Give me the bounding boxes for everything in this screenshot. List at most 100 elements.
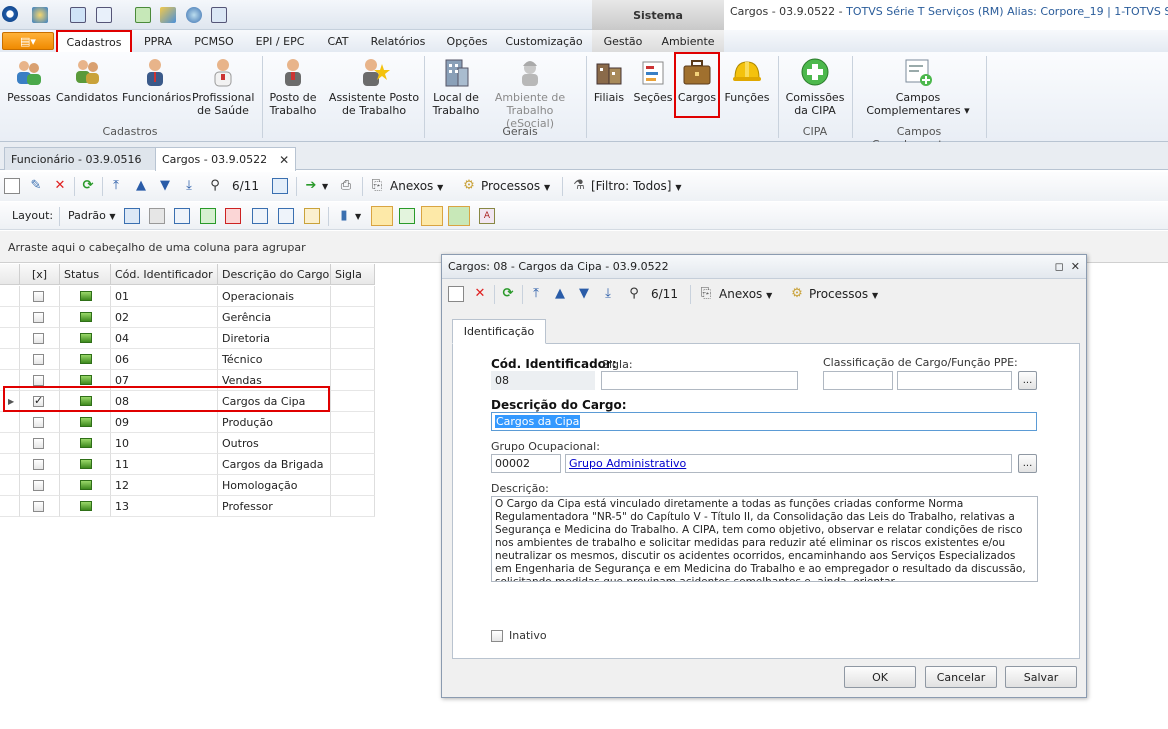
table-row[interactable]: 11 Cargos da Brigada [0,454,375,475]
grupo-code-field[interactable]: 00002 [491,454,561,473]
funcoes-button[interactable]: Funções [724,56,770,104]
group-icon[interactable] [252,208,268,224]
descricao-cargo-field[interactable]: Cargos da Cipa [491,412,1037,431]
tab-ppra[interactable]: PPRA [136,30,180,52]
row-checkbox[interactable] [33,458,44,470]
secoes-button[interactable]: Seções [632,56,674,104]
layout-grid-icon[interactable] [149,208,165,224]
binoculars-icon[interactable]: ⚲ [626,286,642,302]
previous-record-icon[interactable]: ▲ [552,286,568,302]
execute-icon[interactable]: ➔ [303,178,319,194]
row-checkbox[interactable] [33,394,44,407]
view-details-icon[interactable] [399,208,415,224]
first-record-icon[interactable]: ⤒ [528,286,544,302]
tab-opcoes[interactable]: Opções [440,30,494,52]
new-icon[interactable] [448,286,464,302]
view-cards-icon[interactable] [421,206,443,226]
first-record-icon[interactable]: ⤒ [108,178,124,194]
edit-icon[interactable]: ✎ [28,178,44,194]
comissoes-cipa-button[interactable]: Comissões da CIPA [784,56,846,117]
chart-icon[interactable]: ▮ [336,208,352,224]
dialog-processos-button[interactable]: Processos ▼ [809,287,878,301]
chevron-down-icon[interactable]: ▼ [355,212,361,221]
row-checkbox[interactable] [33,416,44,428]
ppe-name-field[interactable] [897,371,1012,390]
table-row[interactable]: 08Cargos da Cipa [0,391,375,412]
row-checkbox[interactable] [33,332,44,344]
calendar-icon[interactable] [272,178,288,194]
tab-cat[interactable]: CAT [320,30,356,52]
campos-complementares-button[interactable]: Campos Complementares ▾ [858,56,978,117]
cod-identificador-field[interactable]: 08 [491,371,595,390]
ambiente-esocial-button[interactable]: Ambiente de Trabalho (eSocial) [486,56,574,130]
dialog-title-bar[interactable]: Cargos: 08 - Cargos da Cipa - 03.9.0522 [442,255,1086,279]
local-trabalho-button[interactable]: Local de Trabalho [428,56,484,117]
assistente-posto-button[interactable]: Assistente Posto de Trabalho [328,56,420,117]
tab-customizacao[interactable]: Customização [504,30,584,52]
table-row[interactable]: 13 Professor [0,496,375,517]
row-checkbox[interactable] [33,290,44,302]
posto-trabalho-button[interactable]: Posto de Trabalho [266,56,320,117]
import-icon[interactable] [200,208,216,224]
layout-padrao-dropdown[interactable]: Padrão ▼ [68,209,116,222]
previous-record-icon[interactable]: ▲ [133,178,149,194]
table-row[interactable]: 09 Produção [0,412,375,433]
row-checkbox[interactable] [33,479,44,491]
anexos-button[interactable]: Anexos ▼ [390,179,443,193]
paperclip-icon[interactable]: ⎘ [369,178,385,194]
row-checkbox[interactable] [33,374,44,386]
grid-header-status[interactable]: Status [60,264,111,285]
globe-icon[interactable] [32,7,48,23]
next-record-icon[interactable]: ▼ [157,178,173,194]
tab-ambiente[interactable]: Ambiente [658,30,718,52]
tools-icon[interactable] [160,7,176,23]
grid-header-code[interactable]: Cód. Identificador [111,264,218,285]
columns-icon[interactable] [174,208,190,224]
close-icon[interactable]: ✕ [279,153,289,167]
inativo-checkbox[interactable] [491,630,503,642]
highlight-icon[interactable] [304,208,320,224]
tab-epi-epc[interactable]: EPI / EPC [249,30,311,52]
filiais-button[interactable]: Filiais [590,56,628,104]
cancel-button[interactable]: Cancelar [925,666,997,688]
grupo-lookup-button[interactable]: ... [1018,454,1037,473]
copy-icon[interactable] [211,7,227,23]
window-icon[interactable] [70,7,86,23]
network-icon[interactable] [186,7,202,23]
chevron-down-icon[interactable]: ▼ [322,182,328,191]
refresh-icon[interactable]: ⟳ [500,286,516,302]
close-icon[interactable]: ✕ [1071,260,1080,273]
table-row[interactable]: 10 Outros [0,433,375,454]
grid-header-check[interactable]: [x] [20,264,60,285]
paperclip-icon[interactable]: ⎘ [698,286,714,302]
table-row[interactable]: 12 Homologação [0,475,375,496]
print-icon[interactable]: ⎙ [338,178,354,194]
ppe-code-field[interactable] [823,371,893,390]
descricao-textarea[interactable]: O Cargo da Cipa está vinculado diretamen… [491,496,1038,582]
grid-header-description[interactable]: Descrição do Cargo [218,264,331,285]
sigla-field[interactable] [601,371,798,390]
export-layout-icon[interactable] [225,208,241,224]
dialog-anexos-button[interactable]: Anexos ▼ [719,287,772,301]
table-row[interactable]: 01 Operacionais [0,286,375,307]
last-record-icon[interactable]: ⤓ [181,178,197,194]
new-icon[interactable] [4,178,20,194]
grupo-name-field[interactable]: Grupo Administrativo [565,454,1012,473]
profissional-saude-button[interactable]: Profissional de Saúde [192,56,254,117]
delete-icon[interactable]: ✕ [52,178,68,194]
restore-icon[interactable]: ◻ [1055,260,1064,273]
row-checkbox[interactable] [33,311,44,323]
app-logo-icon[interactable] [2,6,18,22]
delete-icon[interactable]: ✕ [472,286,488,302]
tab-relatorios[interactable]: Relatórios [366,30,430,52]
binoculars-icon[interactable]: ⚲ [207,178,223,194]
tab-identificacao[interactable]: Identificação [452,319,546,344]
table-row[interactable]: 02 Gerência [0,307,375,328]
candidatos-button[interactable]: Candidatos [56,56,118,104]
gears-icon[interactable]: ⚙ [789,286,805,302]
layout-icon[interactable] [96,7,112,23]
funcionarios-button[interactable]: Funcionários [122,56,191,104]
grupo-name-link[interactable]: Grupo Administrativo [569,457,686,470]
ppe-lookup-button[interactable]: ... [1018,371,1037,390]
doc-tab-funcionario[interactable]: Funcionário - 03.9.0516✕ [4,147,171,170]
